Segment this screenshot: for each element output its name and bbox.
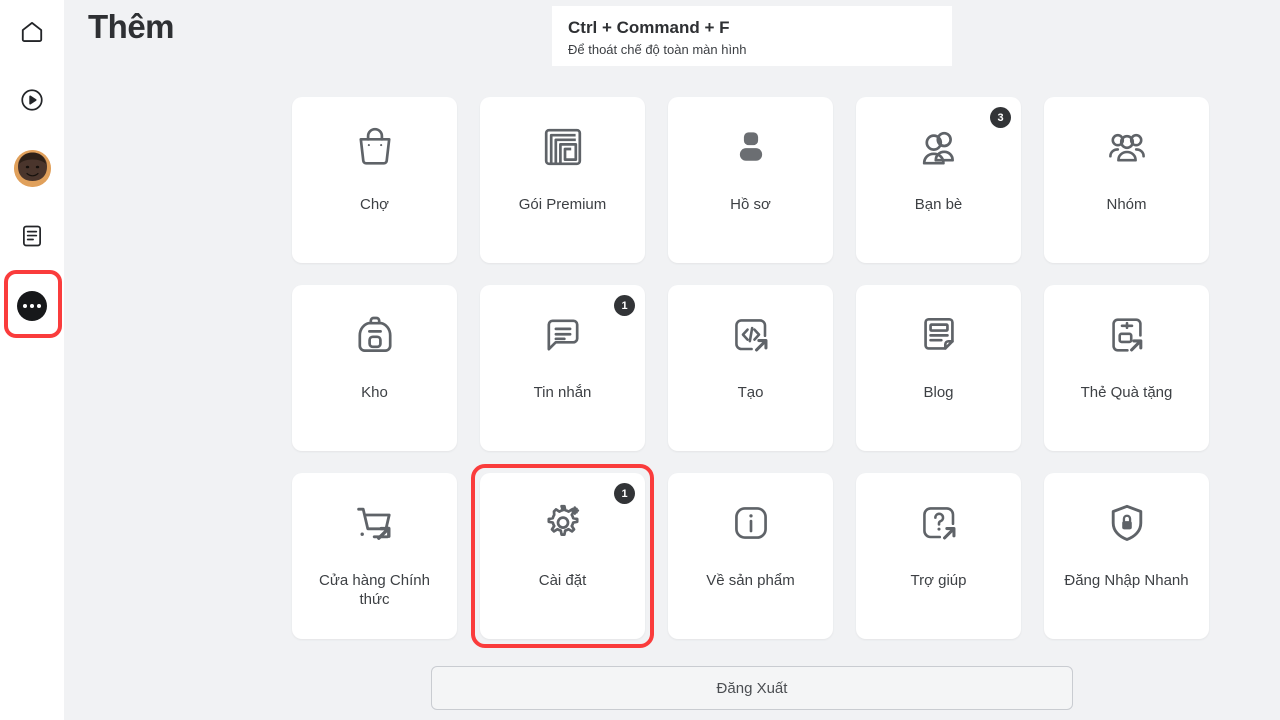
cart-external-icon	[292, 473, 457, 573]
fullscreen-exit-tooltip: Ctrl + Command + F Để thoát chế độ toàn …	[552, 6, 952, 66]
card-label: Về sản phẩm	[706, 572, 795, 589]
card-label: Tạo	[737, 384, 764, 401]
premium-spiral-icon	[480, 97, 645, 197]
card-cai-dat[interactable]: 1 Cài đặt	[471, 464, 654, 648]
groups-icon	[1044, 97, 1209, 197]
more-page: Thêm Ctrl + Command + F Để thoát chế độ …	[0, 0, 1280, 720]
backpack-icon	[292, 285, 457, 385]
card-blog[interactable]: Blog	[856, 285, 1021, 451]
card-tro-giup[interactable]: Trợ giúp	[856, 473, 1021, 639]
play-circle-icon	[19, 87, 45, 113]
menu-card-grid: Chợ Gói Premium Hồ sơ 3 Bạn bè Nhóm Kho …	[292, 97, 1232, 648]
gift-card-icon	[1044, 285, 1209, 385]
card-label: Cửa hàng Chính thức	[319, 572, 430, 608]
card-label: Kho	[361, 384, 388, 401]
card-nhom[interactable]: Nhóm	[1044, 97, 1209, 263]
card-ve-san-pham[interactable]: Về sản phẩm	[668, 473, 833, 639]
fullscreen-shortcut-text: Ctrl + Command + F	[568, 18, 730, 37]
card-ban-be[interactable]: 3 Bạn bè	[856, 97, 1021, 263]
status-badge: 3	[990, 107, 1011, 128]
card-cho[interactable]: Chợ	[292, 97, 457, 263]
blog-icon	[856, 285, 1021, 385]
sidebar-item-home[interactable]	[4, 4, 60, 60]
page-title: Thêm	[88, 8, 175, 45]
avatar	[13, 149, 51, 187]
card-kho[interactable]: Kho	[292, 285, 457, 451]
fullscreen-description-text: Để thoát chế độ toàn màn hình	[568, 42, 747, 57]
card-tin-nhan[interactable]: 1 Tin nhắn	[480, 285, 645, 451]
logout-label: Đăng Xuất	[716, 679, 788, 697]
card-ho-so[interactable]: Hồ sơ	[668, 97, 833, 263]
card-dang-nhap-nhanh[interactable]: Đăng Nhập Nhanh	[1044, 473, 1209, 639]
card-label: Chợ	[359, 196, 389, 213]
help-external-icon	[856, 473, 1021, 573]
feed-icon	[19, 223, 45, 249]
sidebar-item-video[interactable]	[4, 72, 60, 128]
card-the-qua-tang[interactable]: Thẻ Quà tặng	[1044, 285, 1209, 451]
card-label: Bạn bè	[914, 196, 963, 213]
card-label: Hồ sơ	[730, 196, 771, 213]
info-icon	[668, 473, 833, 573]
card-label: Trợ giúp	[910, 572, 967, 589]
card-label: Gói Premium	[518, 196, 607, 213]
card-label: Đăng Nhập Nhanh	[1064, 572, 1189, 589]
card-goi-premium[interactable]: Gói Premium	[480, 97, 645, 263]
shield-lock-icon	[1044, 473, 1209, 573]
card-cua-hang-chinh-thuc[interactable]: Cửa hàng Chính thức	[292, 473, 457, 639]
profile-icon	[668, 97, 833, 197]
home-icon	[19, 19, 45, 45]
card-label: Tin nhắn	[533, 384, 592, 401]
code-external-icon	[668, 285, 833, 385]
status-badge: 1	[614, 295, 635, 316]
status-badge: 1	[614, 483, 635, 504]
sidebar-item-more[interactable]	[4, 278, 60, 334]
card-label: Nhóm	[1106, 196, 1147, 213]
card-tao[interactable]: Tạo	[668, 285, 833, 451]
sidebar-item-avatar[interactable]	[4, 140, 60, 196]
sidebar-item-feed[interactable]	[4, 208, 60, 264]
shopping-bag-icon	[292, 97, 457, 197]
card-label: Thẻ Quà tặng	[1080, 384, 1173, 401]
ellipsis-icon	[17, 291, 47, 321]
card-label: Cài đặt	[538, 572, 587, 589]
logout-button[interactable]: Đăng Xuất	[431, 666, 1073, 710]
card-label: Blog	[923, 384, 954, 401]
left-navigation-rail	[0, 0, 64, 720]
